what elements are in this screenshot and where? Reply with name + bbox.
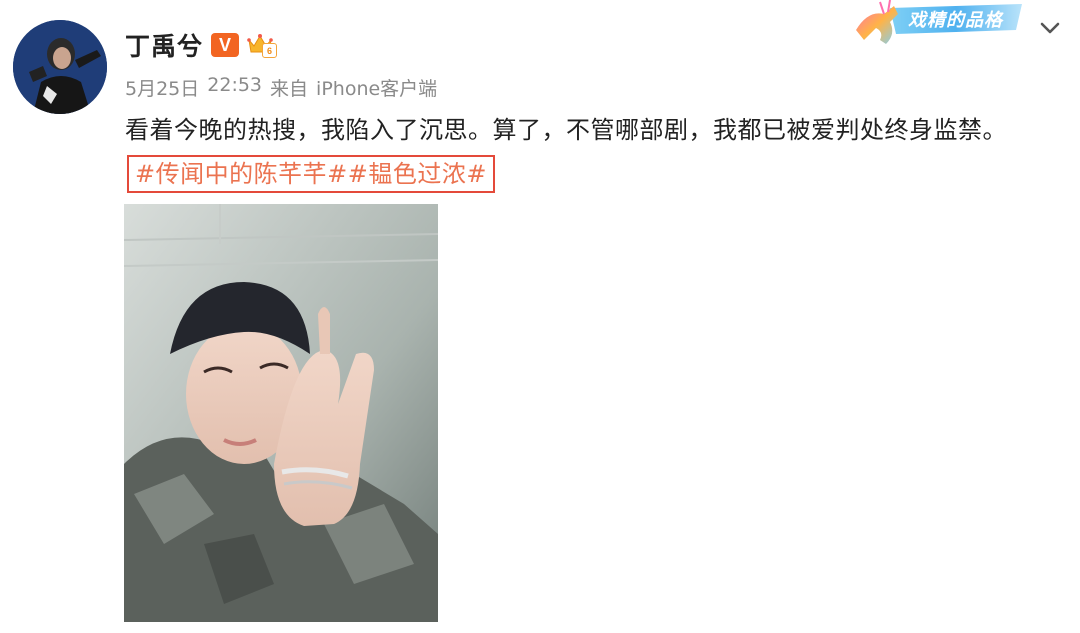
post-meta: 5月25日 22:53 来自 iPhone客户端 <box>125 74 437 101</box>
avatar[interactable] <box>13 20 107 114</box>
post-text: 看着今晚的热搜，我陷入了沉思。算了，不管哪部剧，我都已被爱判处终身监禁。 <box>125 116 1007 144</box>
username-row: 丁禹兮 V 6 <box>125 27 278 63</box>
post-time[interactable]: 22:53 <box>207 74 262 101</box>
chevron-down-icon <box>1040 22 1060 34</box>
verified-v-icon[interactable]: V <box>211 33 240 57</box>
campaign-banner[interactable]: 戏精的品格 <box>850 0 1030 52</box>
vip-level-badge: 6 <box>262 43 278 58</box>
post-image[interactable] <box>124 204 438 622</box>
hashtag-link[interactable]: #韫色过浓# <box>348 160 487 188</box>
photo-icon <box>124 204 438 622</box>
source-prefix: 来自 <box>270 78 309 100</box>
vip-crown-icon[interactable]: 6 <box>247 32 278 58</box>
post-source[interactable]: iPhone客户端 <box>316 74 437 101</box>
post-content: 看着今晚的热搜，我陷入了沉思。算了，不管哪部剧，我都已被爱判处终身监禁。 #传闻中… <box>125 108 1025 196</box>
avatar-photo-icon <box>13 20 107 114</box>
campaign-banner-text: 戏精的品格 <box>908 10 1003 31</box>
username[interactable]: 丁禹兮 <box>125 27 203 63</box>
hashtag-highlight-box: #传闻中的陈芊芊##韫色过浓# <box>127 155 495 193</box>
more-options-chevron-icon[interactable] <box>1036 14 1064 42</box>
post-date[interactable]: 5月25日 <box>125 74 199 101</box>
weibo-post: 丁禹兮 V 6 5月25日 22:53 来自 iPhone客户端 戏精的品格 看… <box>0 0 1080 633</box>
hashtag-link[interactable]: #传闻中的陈芊芊# <box>135 160 348 188</box>
